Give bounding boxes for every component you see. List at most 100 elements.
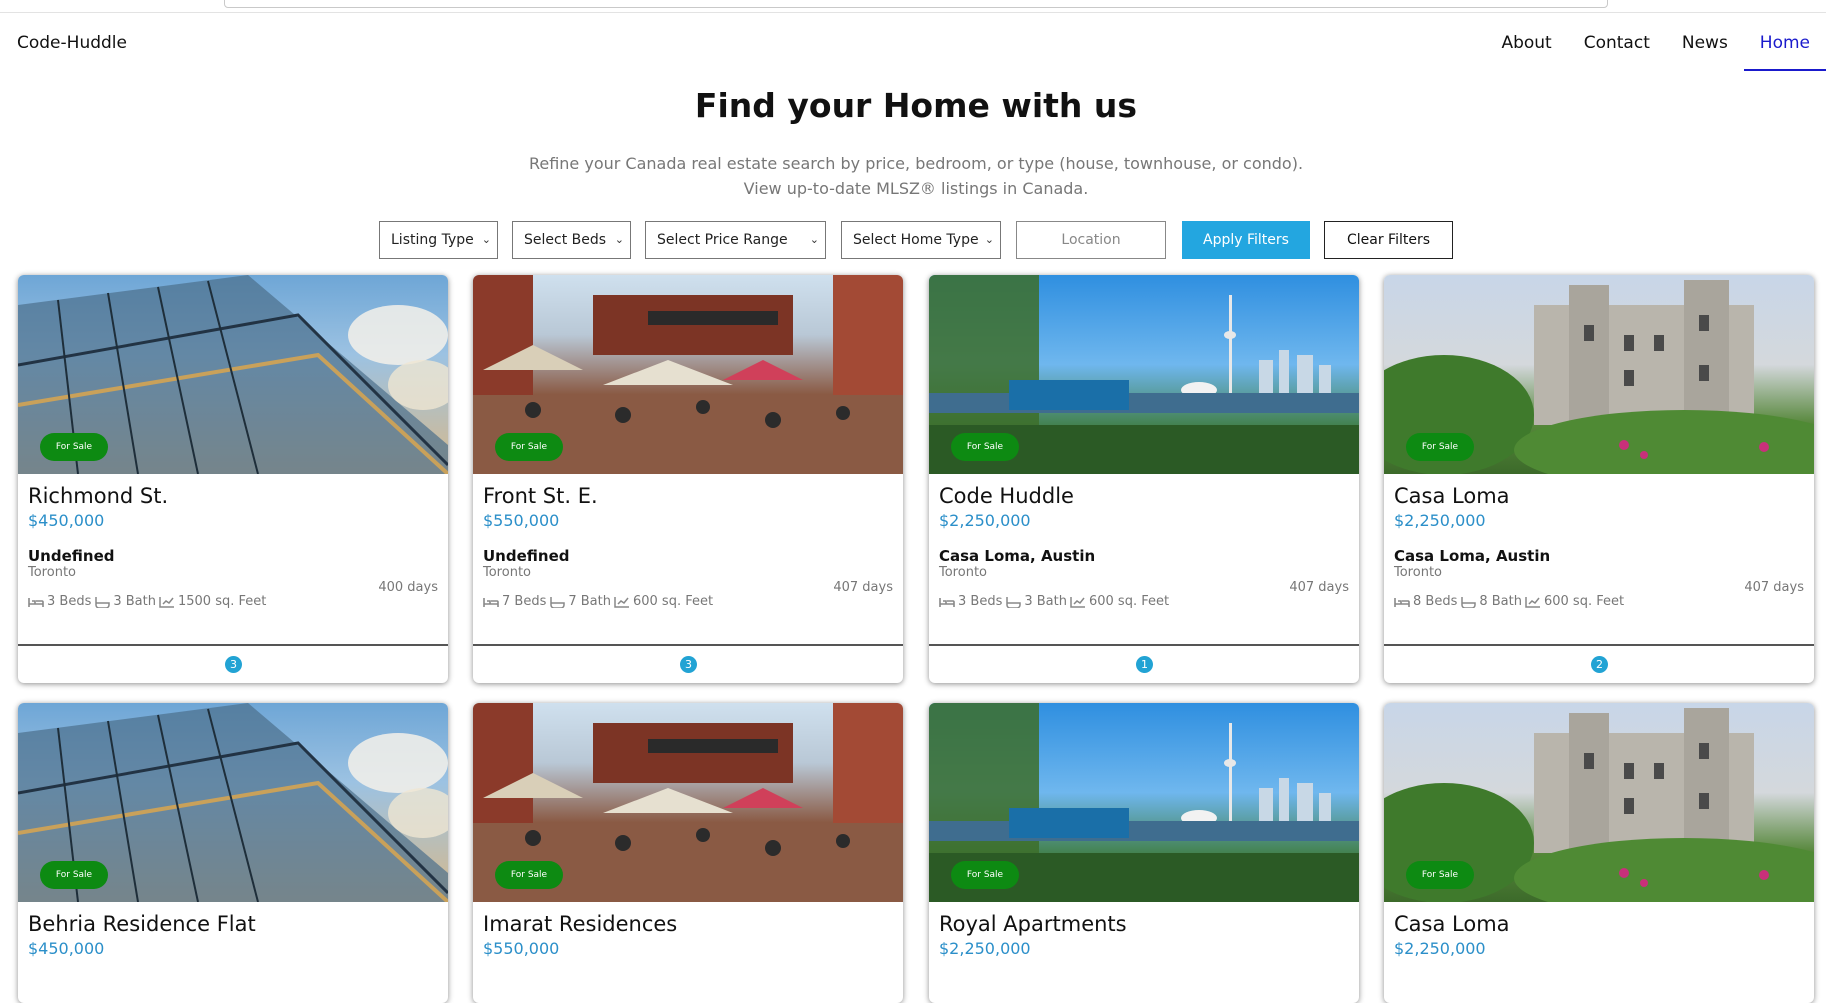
beds-select[interactable]: Select Beds ⌄ — [512, 221, 631, 259]
listing-card[interactable]: For Sale Behria Residence Flat $450,000 — [18, 703, 448, 1003]
status-badge: For Sale — [1406, 433, 1474, 461]
listing-location: Undefined — [28, 547, 115, 565]
bath-icon — [95, 596, 111, 608]
bath-icon — [1006, 596, 1022, 608]
bath-icon — [550, 596, 566, 608]
card-footer: 1 — [929, 644, 1359, 683]
listing-city: Toronto — [1394, 565, 1442, 580]
listing-price: $550,000 — [483, 939, 560, 958]
listing-age: 407 days — [1289, 580, 1349, 595]
status-badge: For Sale — [40, 433, 108, 461]
listing-price: $2,250,000 — [1394, 511, 1486, 530]
listing-card[interactable]: For Sale Casa Loma $2,250,000 Casa Loma,… — [1384, 275, 1814, 683]
listing-city: Toronto — [483, 565, 531, 580]
listing-image[interactable]: For Sale — [18, 703, 448, 902]
listing-price: $550,000 — [483, 511, 560, 530]
nav-news[interactable]: News — [1666, 24, 1744, 69]
price-range-select[interactable]: Select Price Range ⌄ — [645, 221, 826, 259]
card-footer: 3 — [18, 644, 448, 683]
listing-card[interactable]: For Sale Front St. E. $550,000 Undefined… — [473, 275, 903, 683]
home-type-select[interactable]: Select Home Type ⌄ — [841, 221, 1001, 259]
map-pin-count[interactable]: 2 — [1591, 656, 1608, 673]
listing-card[interactable]: For Sale Code Huddle $2,250,000 Casa Lom… — [929, 275, 1359, 683]
page-title: Find your Home with us — [694, 86, 1138, 125]
listing-title[interactable]: Royal Apartments — [939, 912, 1349, 936]
listing-image[interactable]: For Sale — [929, 275, 1359, 474]
chevron-down-icon: ⌄ — [809, 233, 819, 246]
listing-card[interactable]: For Sale Royal Apartments $2,250,000 — [929, 703, 1359, 1003]
brand-logo[interactable]: Code-Huddle — [17, 33, 127, 53]
baths-count: 3 Bath — [113, 594, 156, 609]
listing-image[interactable]: For Sale — [1384, 703, 1814, 902]
area-icon — [1070, 596, 1085, 608]
subtitle-line-2: View up-to-date MLSZ® listings in Canada… — [743, 179, 1089, 198]
listing-title[interactable]: Behria Residence Flat — [28, 912, 438, 936]
listing-title[interactable]: Casa Loma — [1394, 912, 1804, 936]
listing-image[interactable]: For Sale — [929, 703, 1359, 902]
status-badge: For Sale — [1406, 861, 1474, 889]
listing-price: $2,250,000 — [939, 939, 1031, 958]
area-size: 600 sq. Feet — [632, 594, 714, 609]
apply-filters-button[interactable]: Apply Filters — [1182, 221, 1310, 259]
home-type-value: Select Home Type — [853, 232, 979, 248]
main-nav: About Contact News Home — [1485, 24, 1826, 71]
status-badge: For Sale — [495, 861, 563, 889]
nav-home[interactable]: Home — [1743, 24, 1826, 71]
status-badge: For Sale — [951, 433, 1019, 461]
location-input[interactable]: Location — [1016, 221, 1166, 259]
listing-card[interactable]: For Sale Casa Loma $2,250,000 — [1384, 703, 1814, 1003]
baths-count: 3 Bath — [1024, 594, 1067, 609]
map-pin-count[interactable]: 3 — [225, 656, 242, 673]
area-size: 600 sq. Feet — [1088, 594, 1170, 609]
listing-price: $450,000 — [28, 511, 105, 530]
listing-title[interactable]: Imarat Residences — [483, 912, 893, 936]
listing-image[interactable]: For Sale — [473, 703, 903, 902]
listing-title[interactable]: Richmond St. — [28, 484, 438, 508]
bed-icon — [1394, 597, 1410, 607]
subtitle-line-1: Refine your Canada real estate search by… — [528, 154, 1304, 173]
listing-title[interactable]: Casa Loma — [1394, 484, 1804, 508]
listing-age: 407 days — [833, 580, 893, 595]
area-size: 1500 sq. Feet — [177, 594, 267, 609]
listing-location: Casa Loma, Austin — [939, 547, 1096, 565]
baths-count: 8 Bath — [1479, 594, 1522, 609]
bed-icon — [939, 597, 955, 607]
listing-image[interactable]: For Sale — [1384, 275, 1814, 474]
area-icon — [614, 596, 629, 608]
top-search-input[interactable] — [224, 0, 1608, 8]
listing-city: Toronto — [28, 565, 76, 580]
listing-location: Casa Loma, Austin — [1394, 547, 1551, 565]
chevron-down-icon: ⌄ — [614, 233, 624, 246]
map-pin-count[interactable]: 3 — [680, 656, 697, 673]
beds-count: 3 Beds — [958, 594, 1003, 609]
listing-features: 3 Beds 3 Bath 1500 sq. Feet — [28, 594, 438, 609]
listing-image[interactable]: For Sale — [18, 275, 448, 474]
bed-icon — [483, 597, 499, 607]
beds-value: Select Beds — [524, 232, 607, 248]
listing-type-value: Listing Type — [391, 232, 474, 248]
area-icon — [1525, 596, 1540, 608]
listing-card[interactable]: For Sale Richmond St. $450,000 Undefined… — [18, 275, 448, 683]
nav-contact[interactable]: Contact — [1568, 24, 1666, 69]
nav-about[interactable]: About — [1485, 24, 1567, 69]
price-range-value: Select Price Range — [657, 232, 788, 248]
page-subtitle: Refine your Canada real estate search by… — [0, 151, 1826, 201]
listing-age: 400 days — [378, 580, 438, 595]
listing-title[interactable]: Front St. E. — [483, 484, 893, 508]
bed-icon — [28, 597, 44, 607]
listing-image[interactable]: For Sale — [473, 275, 903, 474]
beds-count: 7 Beds — [502, 594, 547, 609]
listing-features: 3 Beds 3 Bath 600 sq. Feet — [939, 594, 1349, 609]
map-pin-count[interactable]: 1 — [1136, 656, 1153, 673]
chevron-down-icon: ⌄ — [984, 233, 994, 246]
baths-count: 7 Bath — [568, 594, 611, 609]
listing-type-select[interactable]: Listing Type ⌄ — [379, 221, 498, 259]
status-badge: For Sale — [951, 861, 1019, 889]
listing-price: $2,250,000 — [939, 511, 1031, 530]
listing-features: 7 Beds 7 Bath 600 sq. Feet — [483, 594, 893, 609]
area-size: 600 sq. Feet — [1543, 594, 1625, 609]
listing-title[interactable]: Code Huddle — [939, 484, 1349, 508]
listing-price: $2,250,000 — [1394, 939, 1486, 958]
clear-filters-button[interactable]: Clear Filters — [1324, 221, 1453, 259]
listing-card[interactable]: For Sale Imarat Residences $550,000 — [473, 703, 903, 1003]
